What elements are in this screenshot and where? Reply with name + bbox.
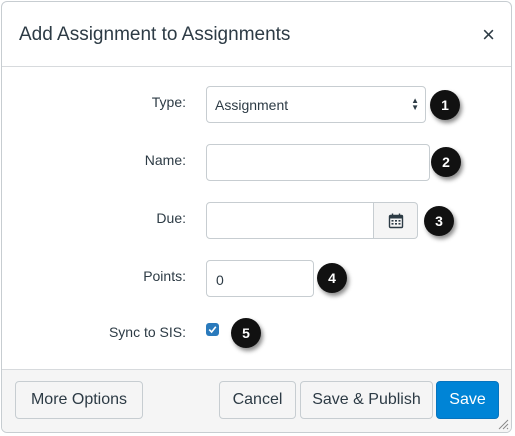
type-select[interactable]: Assignment ▲ ▼ — [206, 86, 426, 123]
callout-badge-5: 5 — [231, 318, 261, 348]
due-date-input[interactable] — [206, 202, 374, 239]
type-label: Type: — [151, 94, 186, 110]
name-input[interactable] — [206, 144, 430, 181]
type-select-value: Assignment — [215, 96, 289, 113]
checkmark-icon — [208, 326, 217, 334]
calendar-icon — [388, 213, 403, 228]
save-button[interactable]: Save — [436, 381, 499, 419]
save-publish-button[interactable]: Save & Publish — [300, 381, 433, 419]
select-arrows-icon: ▲ ▼ — [411, 96, 419, 112]
cancel-button[interactable]: Cancel — [219, 381, 296, 419]
due-label: Due: — [156, 210, 186, 226]
callout-badge-4: 4 — [317, 263, 347, 293]
dialog-title: Add Assignment to Assignments — [19, 24, 291, 45]
callout-badge-1: 1 — [430, 90, 460, 120]
calendar-button[interactable] — [374, 202, 418, 239]
name-label: Name: — [144, 152, 186, 168]
points-value: 0 — [216, 272, 224, 288]
callout-badge-2: 2 — [431, 147, 461, 177]
add-assignment-dialog: Add Assignment to Assignments × Type: As… — [1, 1, 512, 433]
resize-grip-icon[interactable] — [497, 418, 509, 430]
sync-to-sis-checkbox[interactable] — [206, 323, 219, 336]
sync-to-sis-label: Sync to SIS: — [108, 324, 186, 340]
more-options-button[interactable]: More Options — [15, 381, 143, 419]
points-input[interactable]: 0 — [206, 260, 314, 297]
points-label: Points: — [143, 268, 186, 284]
close-icon[interactable]: × — [482, 24, 495, 46]
callout-badge-3: 3 — [424, 206, 454, 236]
dialog-footer: More Options Cancel Save & Publish Save — [2, 369, 511, 432]
dialog-header: Add Assignment to Assignments × — [2, 2, 511, 67]
